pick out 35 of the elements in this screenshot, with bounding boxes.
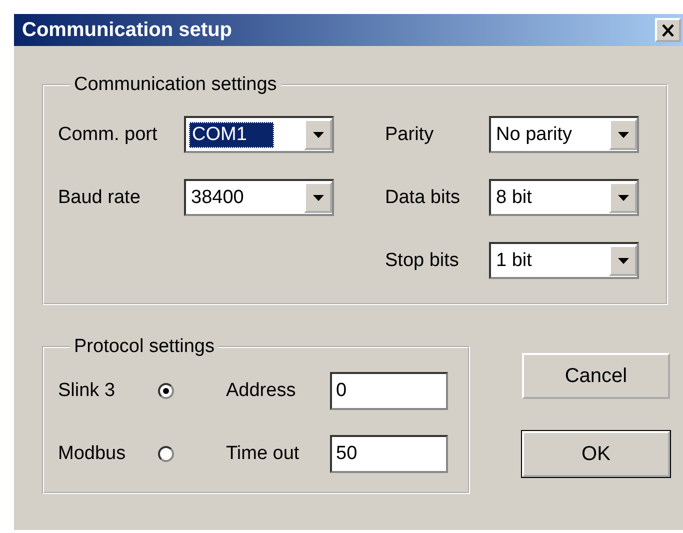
radio-button[interactable] — [158, 446, 174, 462]
close-button[interactable] — [655, 18, 681, 42]
caret-icon — [618, 258, 628, 264]
window-title: Communication setup — [22, 18, 232, 42]
dropdown-arrow-button[interactable] — [304, 119, 332, 150]
dropdown[interactable]: COM1 — [184, 116, 334, 153]
radio-button[interactable] — [158, 383, 174, 399]
dropdown[interactable]: No parity — [489, 116, 639, 153]
dropdown-arrow-button[interactable] — [609, 119, 637, 150]
input-field[interactable]: 0 — [330, 372, 448, 410]
dropdown[interactable]: 1 bit — [489, 242, 639, 279]
dropdown-arrow-button[interactable] — [609, 182, 637, 213]
dialog-button[interactable]: OK — [522, 431, 670, 477]
caret-icon — [618, 194, 628, 200]
dropdown[interactable]: 8 bit — [489, 179, 639, 216]
close-icon — [661, 24, 675, 36]
field-label: Parity — [385, 124, 435, 146]
radio-label: Slink 3 — [58, 379, 116, 403]
radio-label: Modbus — [58, 442, 127, 466]
field-label: Address — [226, 379, 297, 403]
dropdown[interactable]: 38400 — [184, 179, 334, 216]
field-label: Time out — [226, 442, 300, 466]
field-label: Stop bits — [385, 250, 460, 272]
dropdown-arrow-button[interactable] — [304, 182, 332, 213]
group-title: Communication settings — [73, 74, 278, 96]
field-label: Data bits — [385, 186, 461, 208]
caret-icon — [312, 194, 324, 200]
dropdown-arrow-button[interactable] — [609, 245, 637, 276]
field-label: Comm. port — [58, 124, 158, 146]
dialog-button[interactable]: Cancel — [522, 353, 670, 399]
input-field[interactable]: 50 — [330, 435, 448, 473]
group-title: Protocol settings — [73, 336, 216, 358]
field-label: Baud rate — [58, 186, 142, 208]
caret-icon — [618, 132, 628, 138]
caret-icon — [312, 132, 324, 138]
